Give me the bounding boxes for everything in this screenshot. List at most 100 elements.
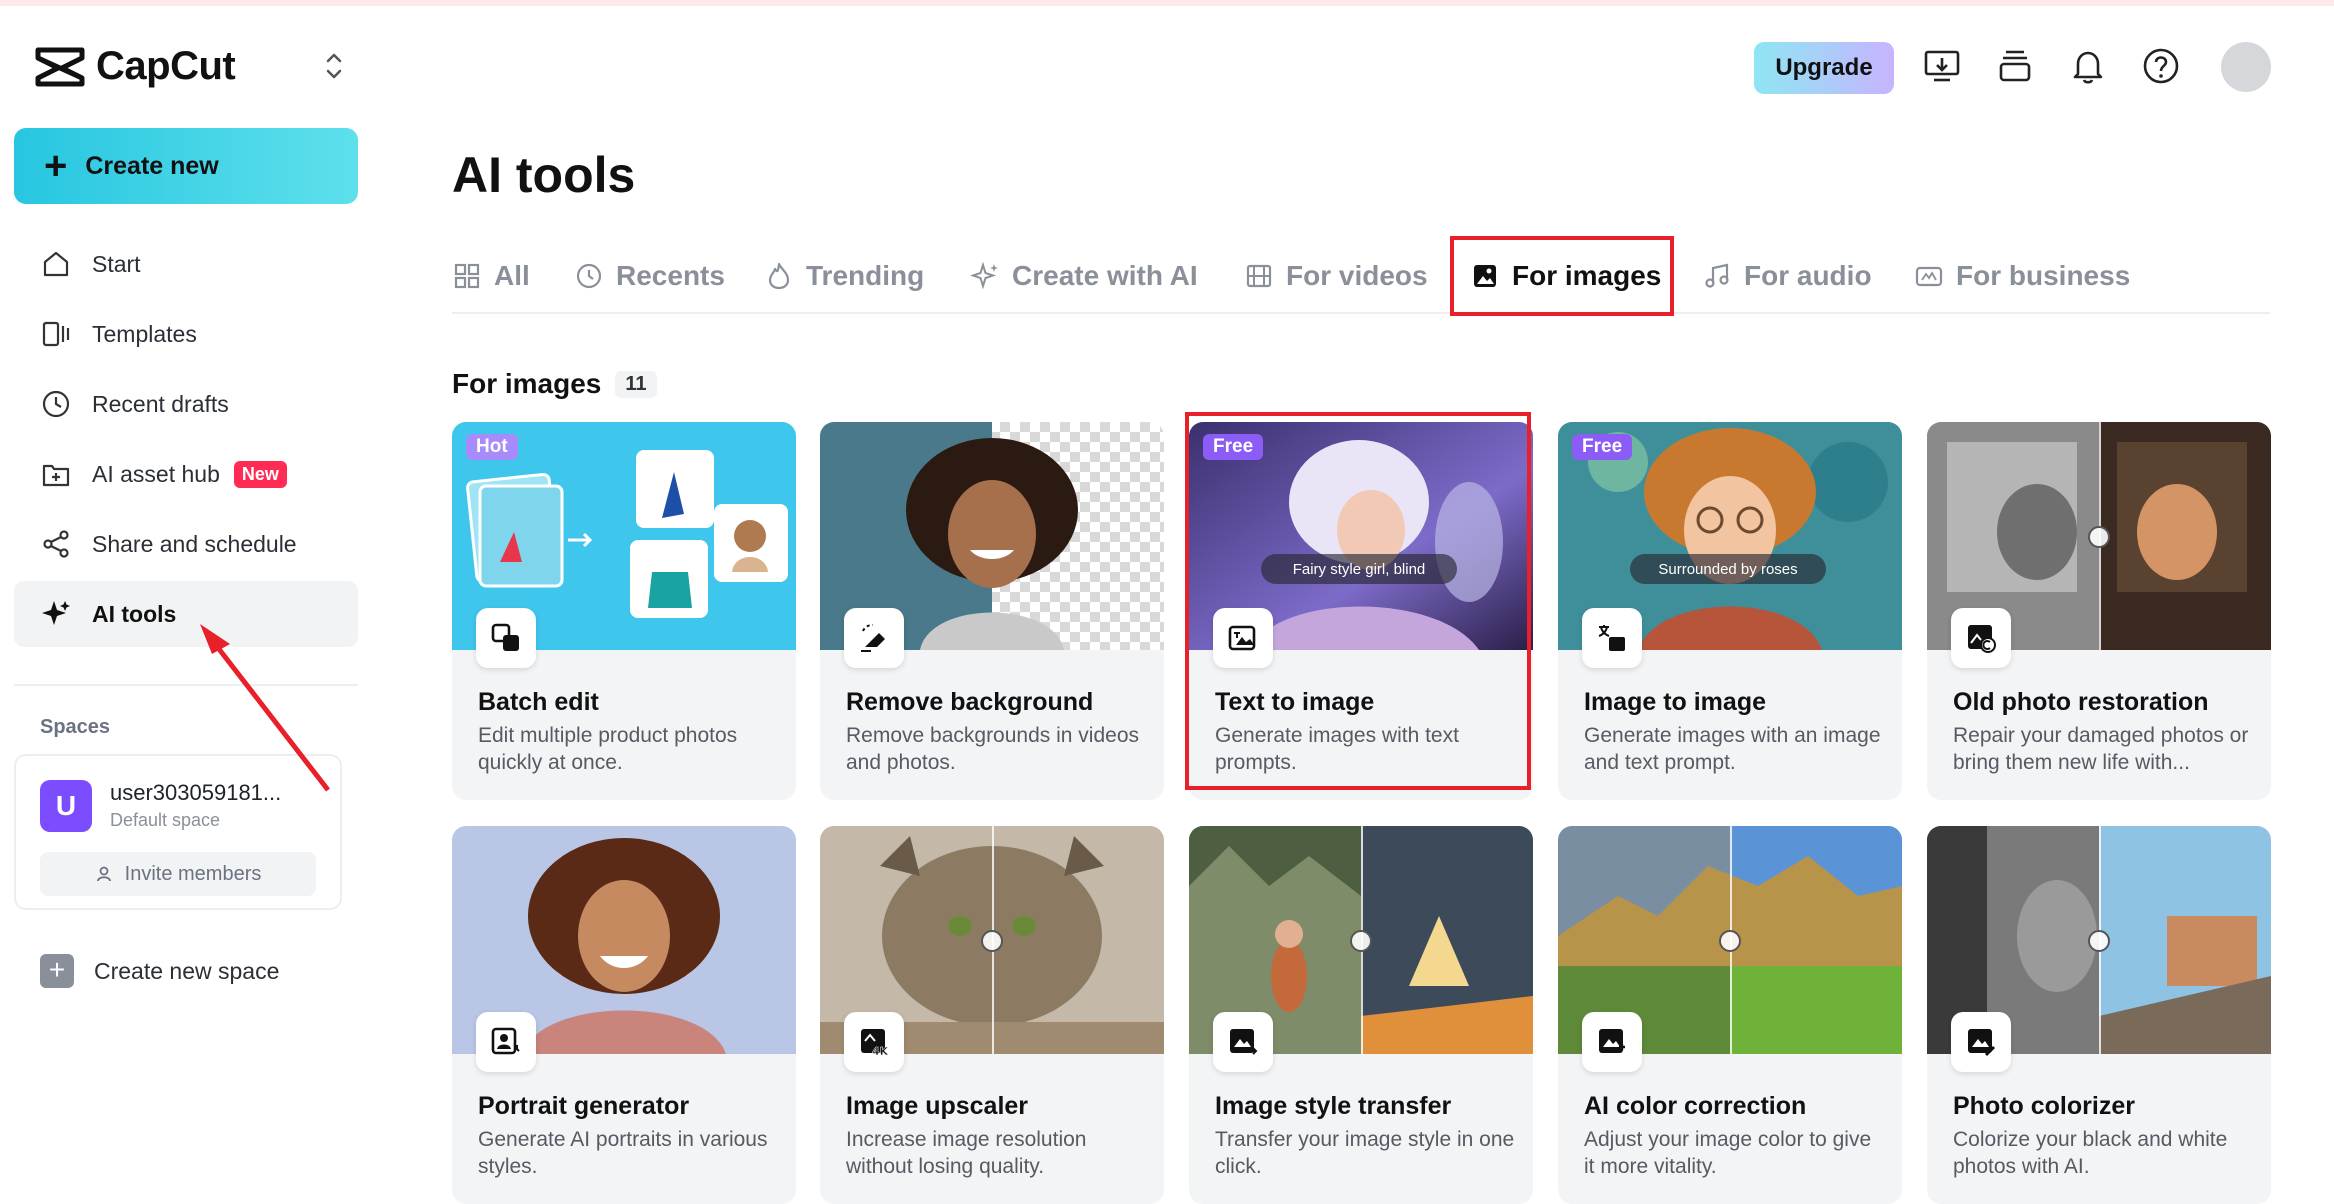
tool-card-image-upscaler[interactable]: 4K Image upscaler Increase image resolut… [820,826,1164,1204]
tool-card-title: Image to image [1584,688,1766,716]
music-icon [1705,263,1729,288]
tool-card-ai-color-correction[interactable]: AI color correction Adjust your image co… [1558,826,1902,1204]
spaces-heading: Spaces [40,716,111,738]
bell-icon[interactable] [2068,46,2108,86]
tool-card-batch-edit[interactable]: Hot Batch edit Edit multiple product pho… [452,422,796,800]
tab-all[interactable]: All [452,240,530,312]
help-icon[interactable] [2141,46,2181,86]
colorize-icon [1951,1012,2011,1072]
tool-card-remove-background[interactable]: Remove background Remove backgrounds in … [820,422,1164,800]
new-badge: New [233,460,287,488]
sidebar-item-templates[interactable]: Templates [14,301,358,367]
tab-trending[interactable]: Trending [764,240,924,312]
plus-icon: + [44,144,68,188]
sidebar: CapCut + Create new Start Templates Rece… [0,6,372,1166]
workspace-switch-icon[interactable] [322,48,346,84]
eraser-icon [844,608,904,668]
color-correct-icon [1582,1012,1642,1072]
section-heading: For images 11 [452,368,657,400]
sidebar-item-label: Recent drafts [92,390,229,417]
tool-card-title: Photo colorizer [1953,1092,2135,1120]
hot-tag: Hot [466,434,518,460]
tab-label: For audio [1744,260,1872,291]
tab-for-audio[interactable]: For audio [1702,240,1872,312]
tool-card-description: Adjust your image color to give it more … [1584,1128,1872,1178]
tool-card-description: Repair your damaged photos or bring them… [1953,724,2249,774]
annotation-arrow [200,624,330,792]
tool-card-description: Increase image resolution without losing… [846,1128,1087,1178]
tab-for-videos[interactable]: For videos [1244,240,1428,312]
tab-label: All [494,260,530,291]
portrait-icon [476,1012,536,1072]
sidebar-item-label: AI tools [92,600,177,627]
style-transfer-icon [1213,1012,1273,1072]
tool-card-description: Edit multiple product photos quickly at … [478,724,738,774]
tool-card-title: Old photo restoration [1953,688,2209,716]
tool-card-old-photo-restoration[interactable]: Old photo restoration Repair your damage… [1927,422,2271,800]
tab-label: Trending [806,260,925,291]
section-title: For images [452,368,602,399]
grid-icon [454,263,480,289]
sidebar-item-share-schedule[interactable]: Share and schedule [14,511,358,577]
flame-icon [768,262,790,290]
create-new-space-label: Create new space [94,957,280,984]
sidebar-item-start[interactable]: Start [14,231,358,297]
tool-card-image-to-image[interactable]: Free Surrounded by roses Image to image … [1558,422,1902,800]
plus-icon: + [40,954,74,988]
tab-for-business[interactable]: For business [1914,240,2130,312]
photo-restore-icon [1951,608,2011,668]
tab-label: For videos [1286,260,1428,291]
clock-icon [42,390,70,418]
share-icon [43,530,69,558]
sparkle-icon [42,601,70,625]
free-tag: Free [1572,434,1633,460]
sidebar-item-ai-asset-hub[interactable]: AI asset hub New [14,441,358,507]
capcut-logo-icon [35,47,85,87]
desktop-download-icon[interactable] [1922,46,1962,86]
image-translate-icon [1582,608,1642,668]
sidebar-nav: Start Templates Recent drafts AI asset h… [14,231,358,651]
tool-card-title: Portrait generator [478,1092,690,1120]
tool-card-description: Remove backgrounds in videos and photos. [846,724,1139,774]
tool-card-title: Batch edit [478,688,599,716]
tab-label: Create with AI [1012,260,1198,291]
svg-text:4K: 4K [872,1045,889,1058]
sidebar-item-label: Templates [92,320,197,347]
annotation-highlight-tab [1450,236,1674,316]
tool-card-title: Remove background [846,688,1094,716]
app-name: CapCut [96,43,236,88]
tool-card-portrait-generator[interactable]: Portrait generator Generate AI portraits… [452,826,796,1204]
invite-members-button[interactable]: Invite members [40,852,316,896]
sidebar-item-label: Share and schedule [92,530,297,557]
capcut-logo[interactable]: CapCut [34,36,236,96]
tool-card-description: Generate images with an image and text p… [1584,724,1881,774]
batch-edit-icon [476,608,536,668]
tab-label: Recents [616,260,725,291]
tool-card-image-style-transfer[interactable]: Image style transfer Transfer your image… [1189,826,1533,1204]
compare-handle[interactable] [2088,930,2110,952]
stack-icon[interactable] [1995,46,2035,86]
tool-card-photo-colorizer[interactable]: Photo colorizer Colorize your black and … [1927,826,2271,1204]
sparkle-icon [970,261,998,290]
home-icon [43,251,69,277]
create-new-space-button[interactable]: + Create new space [40,954,279,988]
sidebar-item-recent-drafts[interactable]: Recent drafts [14,371,358,437]
user-avatar[interactable] [2221,42,2271,92]
compare-handle[interactable] [1350,930,1372,952]
tab-label: For business [1956,260,2131,291]
tool-card-description: Transfer your image style in one click. [1215,1128,1515,1178]
compare-handle[interactable] [981,930,1003,952]
clock-icon [576,263,602,289]
upgrade-button[interactable]: Upgrade [1754,42,1894,94]
tab-create-with-ai[interactable]: Create with AI [970,240,1198,312]
tab-recents[interactable]: Recents [574,240,725,312]
invite-members-label: Invite members [124,862,262,885]
compare-handle[interactable] [2088,526,2110,548]
compare-handle[interactable] [1719,930,1741,952]
category-tabs: All Recents Trending Create with AI For … [452,240,2270,314]
tool-card-title: Image upscaler [846,1092,1029,1120]
section-count-badge: 11 [615,370,657,398]
create-new-button[interactable]: + Create new [14,128,358,204]
business-icon [1915,266,1943,287]
prompt-overlay: Surrounded by roses [1630,554,1826,584]
